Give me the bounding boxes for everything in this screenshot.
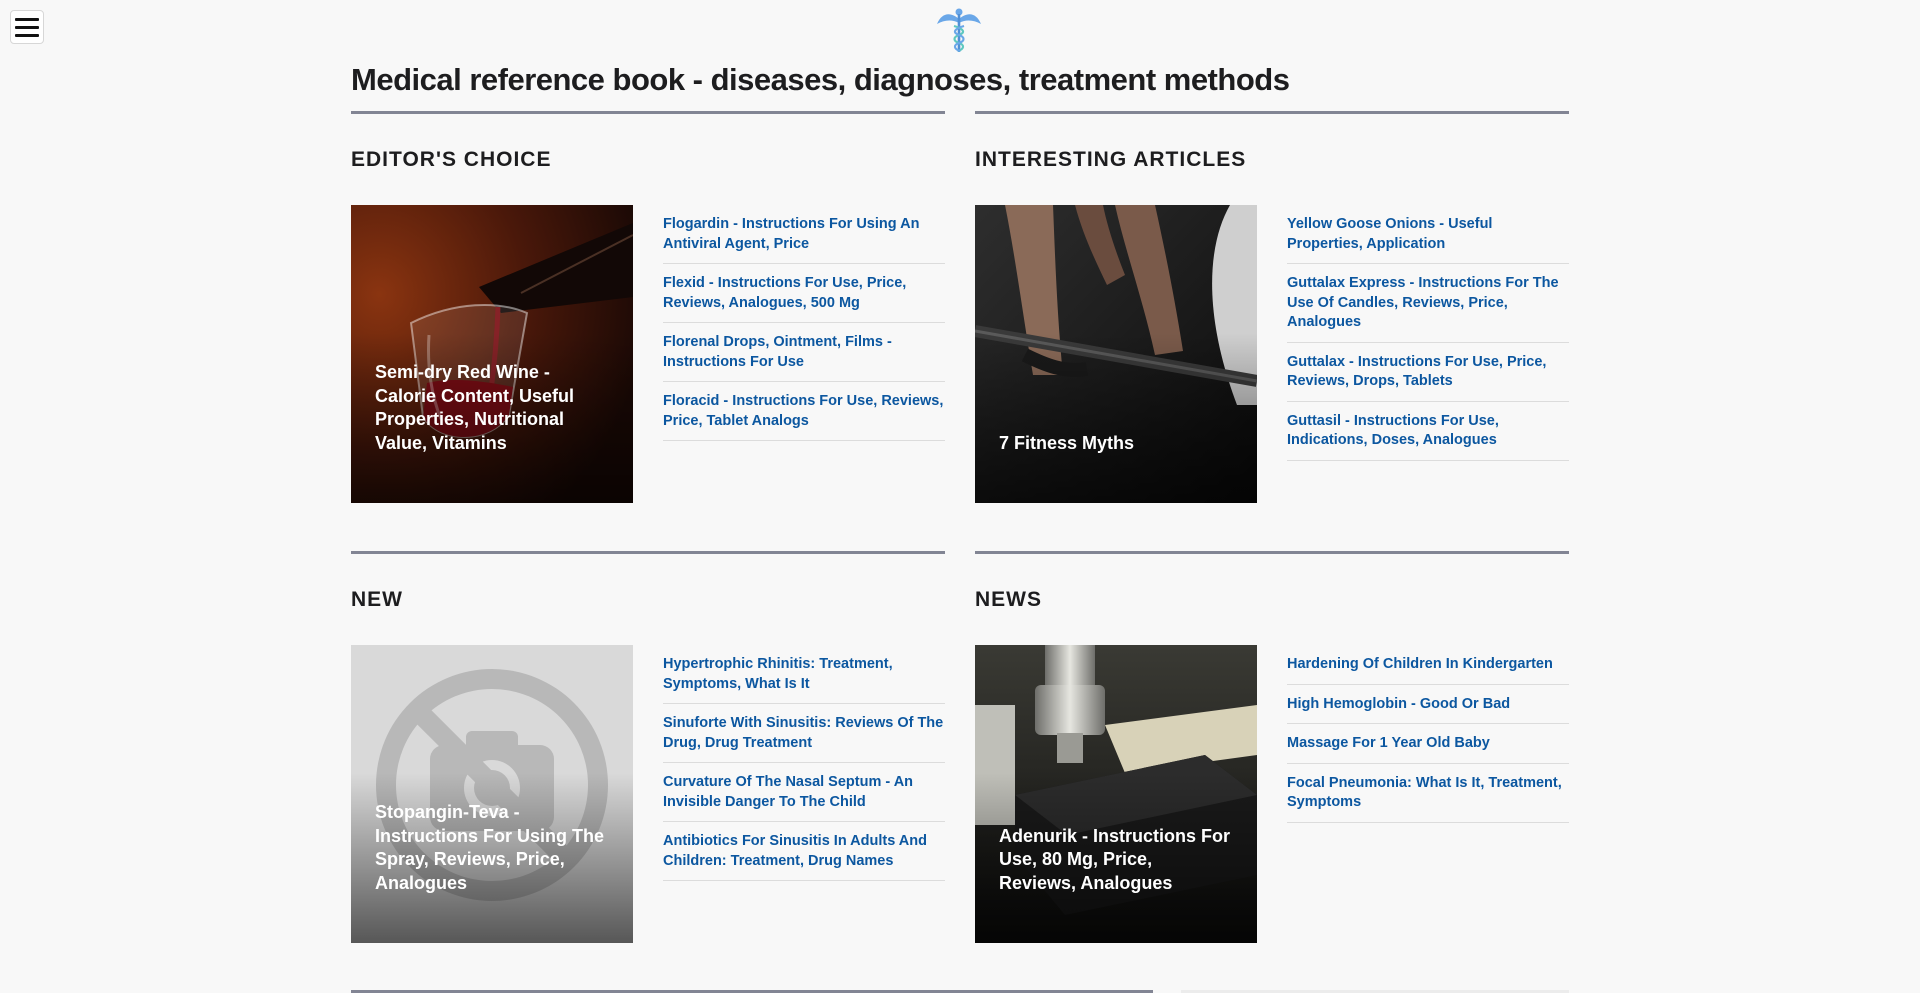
article-link[interactable]: Floracid - Instructions For Use, Reviews… [663, 392, 945, 431]
featured-article[interactable]: Semi-dry Red Wine - Calorie Content, Use… [351, 205, 633, 503]
list-item: Guttasil - Instructions For Use, Indicat… [1287, 402, 1569, 461]
list-item: Florenal Drops, Ointment, Films - Instru… [663, 323, 945, 382]
article-list: Hypertrophic Rhinitis: Treatment, Sympto… [663, 645, 945, 881]
featured-article[interactable]: Adenurik - Instructions For Use, 80 Mg, … [975, 645, 1257, 943]
list-item: Massage For 1 Year Old Baby [1287, 724, 1569, 764]
list-item: Hardening Of Children In Kindergarten [1287, 645, 1569, 685]
featured-article-title: 7 Fitness Myths [999, 432, 1135, 453]
list-item: Focal Pneumonia: What Is It, Treatment, … [1287, 764, 1569, 823]
section-news: NEWS Adenurik - Instructions For Use, 80… [975, 551, 1569, 947]
image-overlay [975, 333, 1257, 503]
featured-article-title: Adenurik - Instructions For Use, 80 Mg, … [999, 825, 1231, 893]
article-link[interactable]: Yellow Goose Onions - Useful Properties,… [1287, 215, 1569, 254]
hamburger-menu-button[interactable] [10, 10, 44, 44]
article-link[interactable]: Curvature Of The Nasal Septum - An Invis… [663, 773, 945, 812]
section-title: INTERESTING ARTICLES [975, 148, 1247, 171]
list-item: Flexid - Instructions For Use, Price, Re… [663, 264, 945, 323]
page-title: Medical reference book - diseases, diagn… [351, 62, 1290, 97]
list-item: Sinuforte With Sinusitis: Reviews Of The… [663, 704, 945, 763]
article-link[interactable]: Flexid - Instructions For Use, Price, Re… [663, 274, 945, 313]
article-link[interactable]: Guttalax Express - Instructions For The … [1287, 274, 1569, 333]
list-item: Hypertrophic Rhinitis: Treatment, Sympto… [663, 645, 945, 704]
section-title: NEWS [975, 588, 1042, 611]
featured-article-title: Stopangin-Teva - Instructions For Using … [375, 802, 605, 893]
article-link[interactable]: Hardening Of Children In Kindergarten [1287, 655, 1569, 675]
article-link[interactable]: Flogardin - Instructions For Using An An… [663, 215, 945, 254]
section-new: NEW Stopangin-Teva - Instructions For Us… [351, 551, 945, 947]
caduceus-icon[interactable] [934, 4, 984, 54]
list-item: Flogardin - Instructions For Using An An… [663, 205, 945, 264]
menu-bar [15, 17, 39, 21]
list-item: Floracid - Instructions For Use, Reviews… [663, 382, 945, 441]
article-link[interactable]: High Hemoglobin - Good Or Bad [1287, 695, 1569, 715]
article-list: Flogardin - Instructions For Using An An… [663, 205, 945, 441]
list-item: High Hemoglobin - Good Or Bad [1287, 685, 1569, 724]
article-link[interactable]: Florenal Drops, Ointment, Films - Instru… [663, 333, 945, 372]
list-item: Yellow Goose Onions - Useful Properties,… [1287, 205, 1569, 264]
article-link[interactable]: Guttasil - Instructions For Use, Indicat… [1287, 412, 1569, 451]
article-list: Yellow Goose Onions - Useful Properties,… [1287, 205, 1569, 461]
article-link[interactable]: Hypertrophic Rhinitis: Treatment, Sympto… [663, 655, 945, 694]
section-interesting-articles: INTERESTING ARTICLES 7 Fitness Myths Yel… [975, 111, 1569, 507]
list-item: Guttalax Express - Instructions For The … [1287, 264, 1569, 343]
featured-article-title: Semi-dry Red Wine - Calorie Content, Use… [375, 362, 575, 453]
section-title: NEW [351, 588, 403, 611]
article-link[interactable]: Sinuforte With Sinusitis: Reviews Of The… [663, 714, 945, 753]
menu-bar [15, 25, 39, 29]
article-link[interactable]: Antibiotics For Sinusitis In Adults And … [663, 832, 945, 871]
featured-article[interactable]: 7 Fitness Myths [975, 205, 1257, 503]
article-list: Hardening Of Children In Kindergarten Hi… [1287, 645, 1569, 823]
section-editors-choice: EDITOR'S CHOICE Semi-dry Red Wine - Calo… [351, 111, 945, 507]
section-title: EDITOR'S CHOICE [351, 148, 552, 171]
featured-article[interactable]: Stopangin-Teva - Instructions For Using … [351, 645, 633, 943]
article-link[interactable]: Focal Pneumonia: What Is It, Treatment, … [1287, 774, 1569, 813]
list-item: Guttalax - Instructions For Use, Price, … [1287, 343, 1569, 402]
list-item: Antibiotics For Sinusitis In Adults And … [663, 822, 945, 881]
menu-bar [15, 33, 39, 37]
article-link[interactable]: Guttalax - Instructions For Use, Price, … [1287, 353, 1569, 392]
article-link[interactable]: Massage For 1 Year Old Baby [1287, 734, 1569, 754]
list-item: Curvature Of The Nasal Septum - An Invis… [663, 763, 945, 822]
